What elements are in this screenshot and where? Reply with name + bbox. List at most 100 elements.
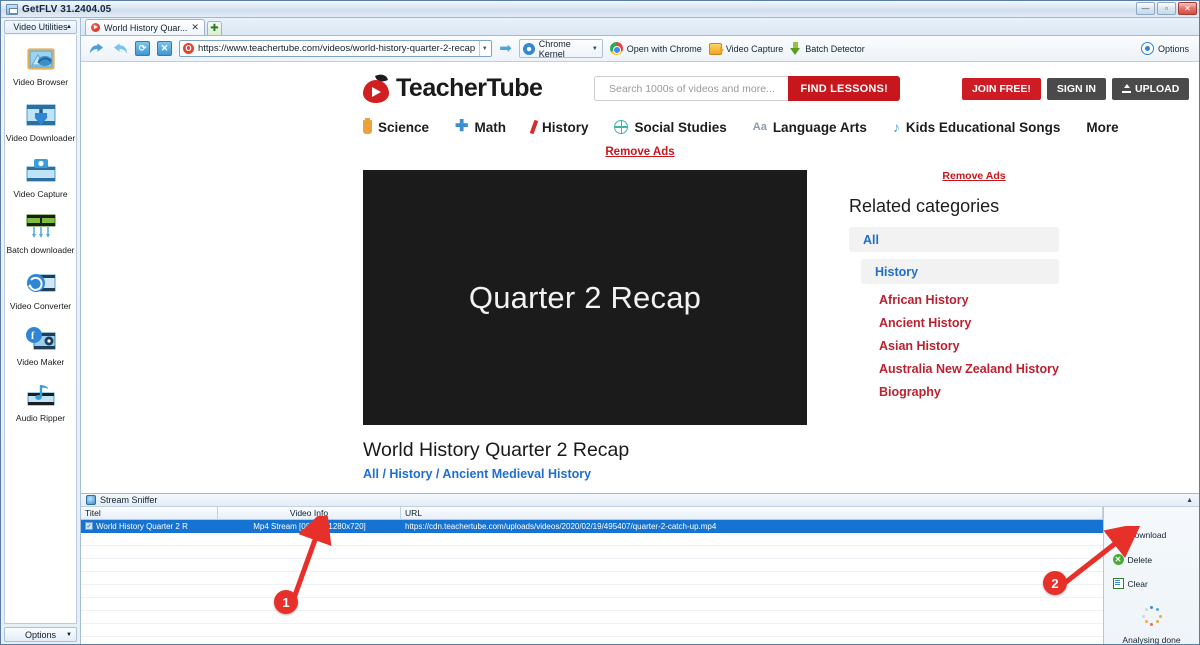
nav-label: Social Studies — [634, 119, 727, 135]
getflv-window: GetFLV 31.2404.05 — ▫ ✕ Video Utilities … — [0, 0, 1200, 645]
empty-row — [81, 611, 1103, 624]
sidebar-item-batch-downloader[interactable]: Batch downloader — [5, 213, 76, 255]
find-lessons-button[interactable]: FIND LESSONS! — [788, 76, 900, 101]
kernel-selector[interactable]: Chrome Kernel ▼ — [518, 38, 603, 59]
nav-item-science[interactable]: Science — [363, 118, 429, 135]
tab-close-icon[interactable]: ✕ — [191, 22, 199, 33]
batch-downloader-icon — [24, 213, 58, 243]
category-link-biography[interactable]: Biography — [879, 385, 1099, 399]
sidebar-item-video-maker[interactable]: f Video Maker — [5, 325, 76, 367]
category-all[interactable]: All — [849, 227, 1059, 252]
minimize-button[interactable]: — — [1136, 2, 1155, 15]
nav-item-math[interactable]: ✚ Math — [455, 119, 506, 135]
stream-grid-header: Titel Video Info URL — [81, 507, 1103, 520]
go-button[interactable]: ➡ — [499, 41, 512, 56]
close-button[interactable]: ✕ — [1178, 2, 1197, 15]
upload-button[interactable]: UPLOAD — [1112, 77, 1190, 100]
download-label: Download — [1128, 530, 1167, 540]
annotation-number: 2 — [1043, 571, 1067, 595]
site-security-icon: O — [183, 43, 194, 54]
site-logo[interactable]: TeacherTube — [363, 71, 543, 103]
stream-grid-rows: ✓ World History Quarter 2 R Mp4 Stream [… — [81, 520, 1103, 644]
title-bar: GetFLV 31.2404.05 — ▫ ✕ — [1, 1, 1199, 18]
site-search: Search 1000s of videos and more... FIND … — [594, 76, 900, 101]
browser-tab[interactable]: World History Quar... ✕ — [85, 19, 205, 35]
sign-in-button[interactable]: SIGN IN — [1046, 77, 1106, 100]
row-checkbox[interactable]: ✓ — [85, 522, 93, 530]
collapse-panel-icon[interactable]: ▲ — [1186, 497, 1193, 504]
empty-row — [81, 559, 1103, 572]
batch-detector-icon — [790, 42, 801, 55]
batch-detector-button[interactable]: Batch Detector — [790, 42, 865, 55]
table-row[interactable]: ✓ World History Quarter 2 R Mp4 Stream [… — [81, 520, 1103, 533]
stream-sniffer-title: Stream Sniffer — [100, 495, 158, 505]
join-free-button[interactable]: JOIN FREE! — [961, 77, 1041, 100]
open-with-chrome-button[interactable]: Open with Chrome — [609, 42, 702, 55]
kernel-icon — [522, 42, 535, 55]
site-header: TeacherTube Search 1000s of videos and m… — [81, 62, 1199, 109]
column-header-url[interactable]: URL — [401, 507, 1103, 519]
empty-row — [81, 533, 1103, 546]
category-link-asian-history[interactable]: Asian History — [879, 339, 1099, 353]
forward-button[interactable] — [112, 41, 128, 57]
nav-label: Language Arts — [772, 119, 867, 135]
nav-item-history[interactable]: History — [529, 120, 588, 135]
breadcrumb[interactable]: All / History / Ancient Medieval History — [363, 467, 807, 481]
sidebar-header[interactable]: Video Utilities ▲ — [4, 20, 77, 34]
category-link-ancient-history[interactable]: Ancient History — [879, 316, 1099, 330]
clear-button[interactable]: Clear — [1112, 578, 1191, 589]
sidebar-item-video-capture[interactable]: Video Capture — [5, 157, 76, 199]
remove-ads-top-link[interactable]: Remove Ads — [81, 146, 1199, 158]
sidebar-items: Video Browser Video Downloader Video Cap… — [4, 35, 77, 624]
sidebar-header-label: Video Utilities — [13, 22, 68, 32]
back-button[interactable] — [89, 41, 105, 57]
search-input[interactable]: Search 1000s of videos and more... — [594, 76, 789, 101]
video-capture-label: Video Capture — [725, 43, 784, 54]
empty-row — [81, 546, 1103, 559]
related-column: Remove Ads Related categories All Histor… — [849, 170, 1099, 481]
video-capture-button[interactable]: Video Capture — [708, 42, 784, 55]
sidebar-item-video-downloader[interactable]: Video Downloader — [5, 101, 76, 143]
kernel-label: Chrome Kernel — [538, 38, 571, 59]
page-content: Quarter 2 Recap World History Quarter 2 … — [81, 170, 1199, 481]
column-header-video-info[interactable]: Video Info — [218, 507, 401, 519]
teachertube-favicon-icon — [91, 23, 100, 32]
url-dropdown-icon[interactable]: ▼ — [479, 41, 489, 56]
player-column: Quarter 2 Recap World History Quarter 2 … — [363, 170, 807, 481]
nav-item-more[interactable]: More — [1086, 120, 1118, 135]
stop-button[interactable]: ✕ — [157, 41, 172, 56]
nav-label: Math — [474, 119, 506, 135]
sidebar-item-audio-ripper[interactable]: Audio Ripper — [5, 381, 76, 423]
nav-label: More — [1086, 119, 1119, 135]
category-history[interactable]: History — [861, 259, 1059, 284]
sidebar-item-label: Audio Ripper — [15, 413, 66, 423]
download-icon — [1112, 529, 1125, 541]
related-categories-heading: Related categories — [849, 196, 1000, 216]
upload-label: UPLOAD — [1135, 82, 1180, 95]
url-bar[interactable]: O https://www.teachertube.com/videos/wor… — [179, 40, 493, 57]
sidebar-item-label: Video Downloader — [5, 133, 76, 143]
close-icon: ✕ — [1184, 3, 1191, 13]
nav-item-kids-songs[interactable]: ♪ Kids Educational Songs — [893, 120, 1061, 135]
category-link-australia-nz-history[interactable]: Australia New Zealand History — [879, 362, 1099, 376]
download-button[interactable]: Download — [1112, 529, 1191, 541]
delete-button[interactable]: ✕ Delete — [1112, 554, 1191, 565]
nav-item-social-studies[interactable]: Social Studies — [613, 119, 727, 135]
category-link-african-history[interactable]: African History — [879, 293, 1099, 307]
remove-ads-side-link[interactable]: Remove Ads — [849, 170, 1099, 182]
refresh-icon: ⟳ — [138, 43, 147, 53]
new-tab-button[interactable]: ✚ — [206, 21, 222, 35]
refresh-button[interactable]: ⟳ — [135, 41, 150, 56]
toolbar-options-button[interactable]: Options — [1140, 42, 1189, 55]
sidebar-item-video-converter[interactable]: Video Converter — [5, 269, 76, 311]
video-player[interactable]: Quarter 2 Recap — [363, 170, 807, 425]
window-controls: — ▫ ✕ — [1136, 2, 1197, 15]
sidebar-item-video-browser[interactable]: Video Browser — [5, 45, 76, 87]
column-header-title[interactable]: Titel — [81, 507, 218, 519]
nav-label: Kids Educational Songs — [905, 119, 1061, 135]
nav-item-language-arts[interactable]: Aa Language Arts — [753, 120, 867, 135]
annotation-badge-1: 1 — [274, 590, 298, 614]
video-maker-icon: f — [24, 325, 58, 355]
sidebar-options-dropdown[interactable]: Options ▼ — [4, 627, 77, 642]
maximize-button[interactable]: ▫ — [1157, 2, 1176, 15]
